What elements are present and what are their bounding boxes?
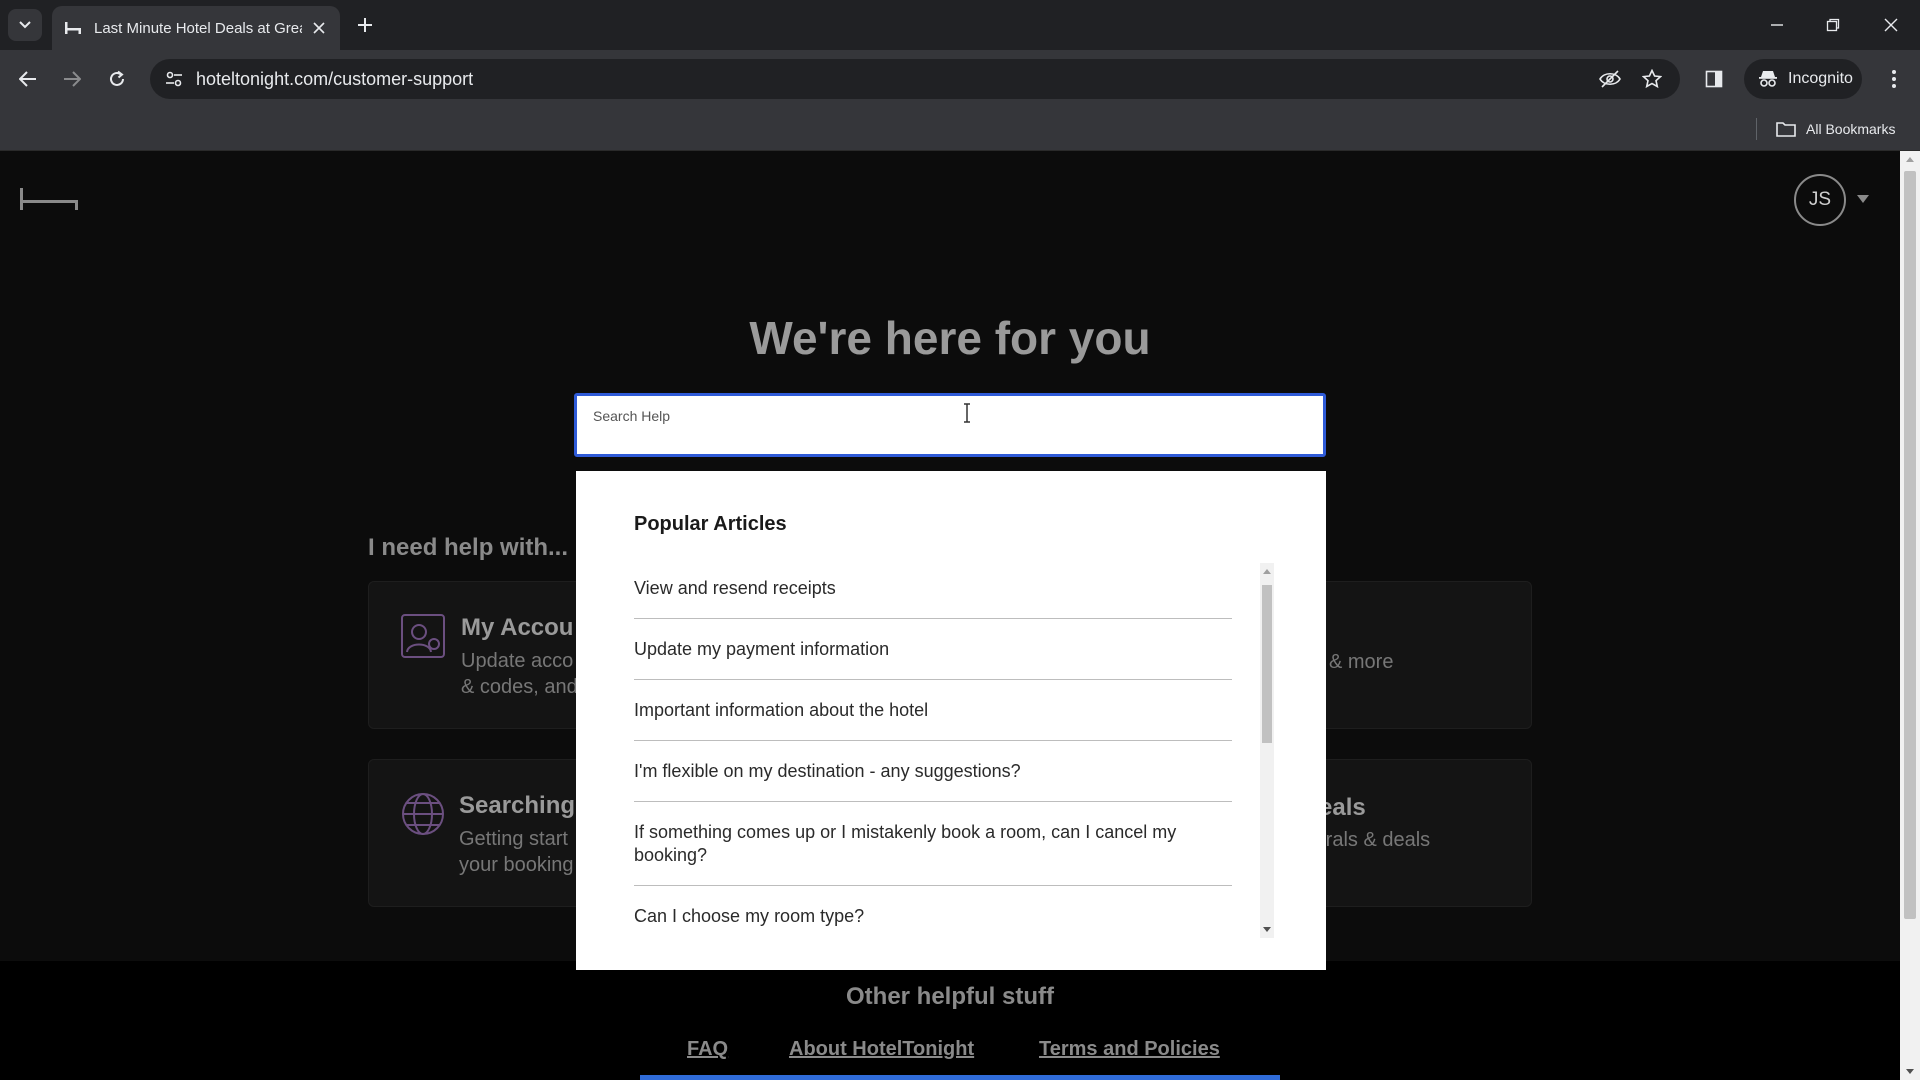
- browser-menu-button[interactable]: [1880, 65, 1908, 93]
- footer-accent-bar: [640, 1075, 1280, 1080]
- tab-title: Last Minute Hotel Deals at Grea: [94, 19, 302, 37]
- globe-pin-icon: [402, 793, 444, 835]
- page-scrollbar[interactable]: [1900, 151, 1920, 1080]
- scroll-down-icon[interactable]: [1262, 924, 1272, 934]
- tab-search-button[interactable]: [8, 9, 42, 41]
- minimize-button[interactable]: [1764, 12, 1790, 38]
- forward-button[interactable]: [58, 65, 86, 93]
- dropdown-title: Popular Articles: [634, 513, 787, 535]
- card-desc-line: & more: [1329, 651, 1394, 673]
- plus-icon: [358, 18, 372, 32]
- minimize-icon: [1771, 24, 1783, 26]
- card-title: eals: [1319, 794, 1366, 821]
- text-cursor-icon: [964, 403, 970, 423]
- site-info-icon[interactable]: [162, 67, 186, 91]
- article-item[interactable]: Can I choose my room type?: [634, 886, 1232, 938]
- footer-link-faq[interactable]: FAQ: [687, 1038, 728, 1061]
- article-item[interactable]: Important information about the hotel: [634, 680, 1232, 741]
- close-window-button[interactable]: [1878, 12, 1904, 38]
- back-button[interactable]: [14, 65, 42, 93]
- side-panel-button[interactable]: [1700, 65, 1728, 93]
- help-heading: I need help with...: [368, 534, 569, 561]
- restore-button[interactable]: [1820, 12, 1846, 38]
- restore-icon: [1826, 18, 1840, 32]
- footer-link-terms[interactable]: Terms and Policies: [1039, 1038, 1220, 1061]
- scroll-up-icon[interactable]: [1905, 155, 1915, 165]
- card-desc-line: rrals & deals: [1319, 829, 1431, 851]
- article-item[interactable]: View and resend receipts: [634, 563, 1232, 619]
- all-bookmarks-label: All Bookmarks: [1806, 121, 1896, 137]
- tab-close-icon[interactable]: [310, 19, 328, 37]
- footer-link-about[interactable]: About HotelTonight: [789, 1038, 974, 1061]
- hoteltonight-logo-icon[interactable]: [20, 188, 78, 210]
- chevron-down-icon: [19, 21, 31, 29]
- arrow-right-icon: [64, 71, 81, 87]
- card-desc-line: & codes, and: [461, 676, 578, 698]
- eye-off-icon[interactable]: [1598, 67, 1622, 91]
- search-input[interactable]: [593, 396, 1293, 436]
- address-bar[interactable]: hoteltonight.com/customer-support: [150, 59, 1680, 99]
- card-title: Searching: [459, 792, 576, 819]
- browser-tab-active[interactable]: Last Minute Hotel Deals at Grea: [52, 6, 340, 50]
- browser-toolbar: hoteltonight.com/customer-support Incogn…: [0, 50, 1920, 108]
- popular-articles-dropdown: Popular Articles View and resend receipt…: [576, 471, 1326, 970]
- star-icon[interactable]: [1640, 67, 1664, 91]
- caret-down-icon[interactable]: [1856, 193, 1870, 205]
- card-desc-line: Getting start: [459, 828, 568, 850]
- new-tab-button[interactable]: [352, 12, 378, 38]
- url-text[interactable]: hoteltonight.com/customer-support: [196, 69, 473, 90]
- scroll-up-icon[interactable]: [1262, 567, 1272, 577]
- dropdown-scrollbar[interactable]: [1260, 563, 1274, 938]
- all-bookmarks-button[interactable]: All Bookmarks: [1776, 117, 1895, 141]
- card-desc-line: your booking: [459, 854, 574, 876]
- avatar-initials: JS: [1808, 189, 1832, 210]
- card-title: My Accou: [461, 614, 574, 641]
- reload-button[interactable]: [103, 65, 131, 93]
- bookmarks-bar: All Bookmarks: [0, 108, 1920, 151]
- other-helpful-title: Other helpful stuff: [846, 983, 1054, 1010]
- article-item[interactable]: Update my payment information: [634, 619, 1232, 680]
- hoteltonight-favicon-icon: [65, 22, 81, 34]
- dropdown-scrollbar-thumb[interactable]: [1262, 585, 1272, 743]
- incognito-badge[interactable]: Incognito: [1744, 59, 1862, 99]
- reload-icon: [110, 70, 124, 86]
- bookmarks-separator: [1756, 118, 1757, 140]
- account-profile-icon: [401, 614, 445, 658]
- article-item[interactable]: I'm flexible on my destination - any sug…: [634, 741, 1232, 802]
- browser-tab-bar: Last Minute Hotel Deals at Grea: [0, 0, 1920, 50]
- page-content: JS We're here for you I need help with..…: [0, 151, 1900, 1080]
- page-scrollbar-thumb[interactable]: [1904, 171, 1916, 919]
- article-item[interactable]: If something comes up or I mistakenly bo…: [634, 802, 1232, 886]
- arrow-left-icon: [19, 71, 36, 87]
- incognito-label: Incognito: [1788, 70, 1853, 87]
- search-box[interactable]: [574, 393, 1326, 457]
- card-desc-line: Update acco: [461, 650, 574, 672]
- articles-list: View and resend receipts Update my payme…: [634, 563, 1232, 938]
- more-vertical-icon: [1892, 70, 1896, 88]
- page-title: We're here for you: [749, 312, 1151, 364]
- user-avatar[interactable]: JS: [1794, 174, 1846, 226]
- folder-icon: [1776, 122, 1796, 137]
- close-icon: [1884, 18, 1898, 32]
- other-helpful-section: Other helpful stuff FAQ About HotelTonig…: [0, 961, 1900, 1080]
- side-panel-icon: [1705, 70, 1723, 88]
- incognito-icon: [1759, 71, 1777, 87]
- scroll-down-icon[interactable]: [1905, 1066, 1915, 1076]
